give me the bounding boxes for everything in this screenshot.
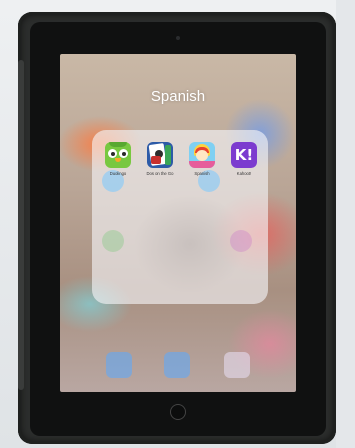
- app-label: Dos on the Go: [146, 171, 174, 176]
- dock-app-blurred[interactable]: [224, 352, 250, 378]
- wall-edge: [336, 0, 355, 448]
- app-label: Duolingo: [109, 171, 127, 176]
- app-folder: Duolingo Dos on the Go Spanish K! Kahoot…: [92, 130, 268, 304]
- app-label: Spanish: [194, 171, 210, 176]
- folder-title[interactable]: Spanish: [60, 88, 296, 105]
- home-button[interactable]: [170, 404, 186, 420]
- duolingo-owl-icon[interactable]: [105, 142, 131, 168]
- case-hinge: [18, 60, 24, 390]
- app-label: Kahoot!: [236, 171, 252, 176]
- cards-app-icon[interactable]: [147, 142, 173, 168]
- dock-app-blurred[interactable]: [106, 352, 132, 378]
- app-kahoot[interactable]: K! Kahoot!: [230, 142, 258, 176]
- dock-app-blurred[interactable]: [164, 352, 190, 378]
- front-camera: [176, 36, 180, 40]
- app-dos-on-the-go[interactable]: Dos on the Go: [146, 142, 174, 176]
- app-spanish[interactable]: Spanish: [188, 142, 216, 176]
- kahoot-icon[interactable]: K!: [231, 142, 257, 168]
- spanish-kids-app-icon[interactable]: [189, 142, 215, 168]
- home-screen: Spanish Duolingo Dos on the Go Spanish K…: [60, 54, 296, 392]
- app-duolingo[interactable]: Duolingo: [104, 142, 132, 176]
